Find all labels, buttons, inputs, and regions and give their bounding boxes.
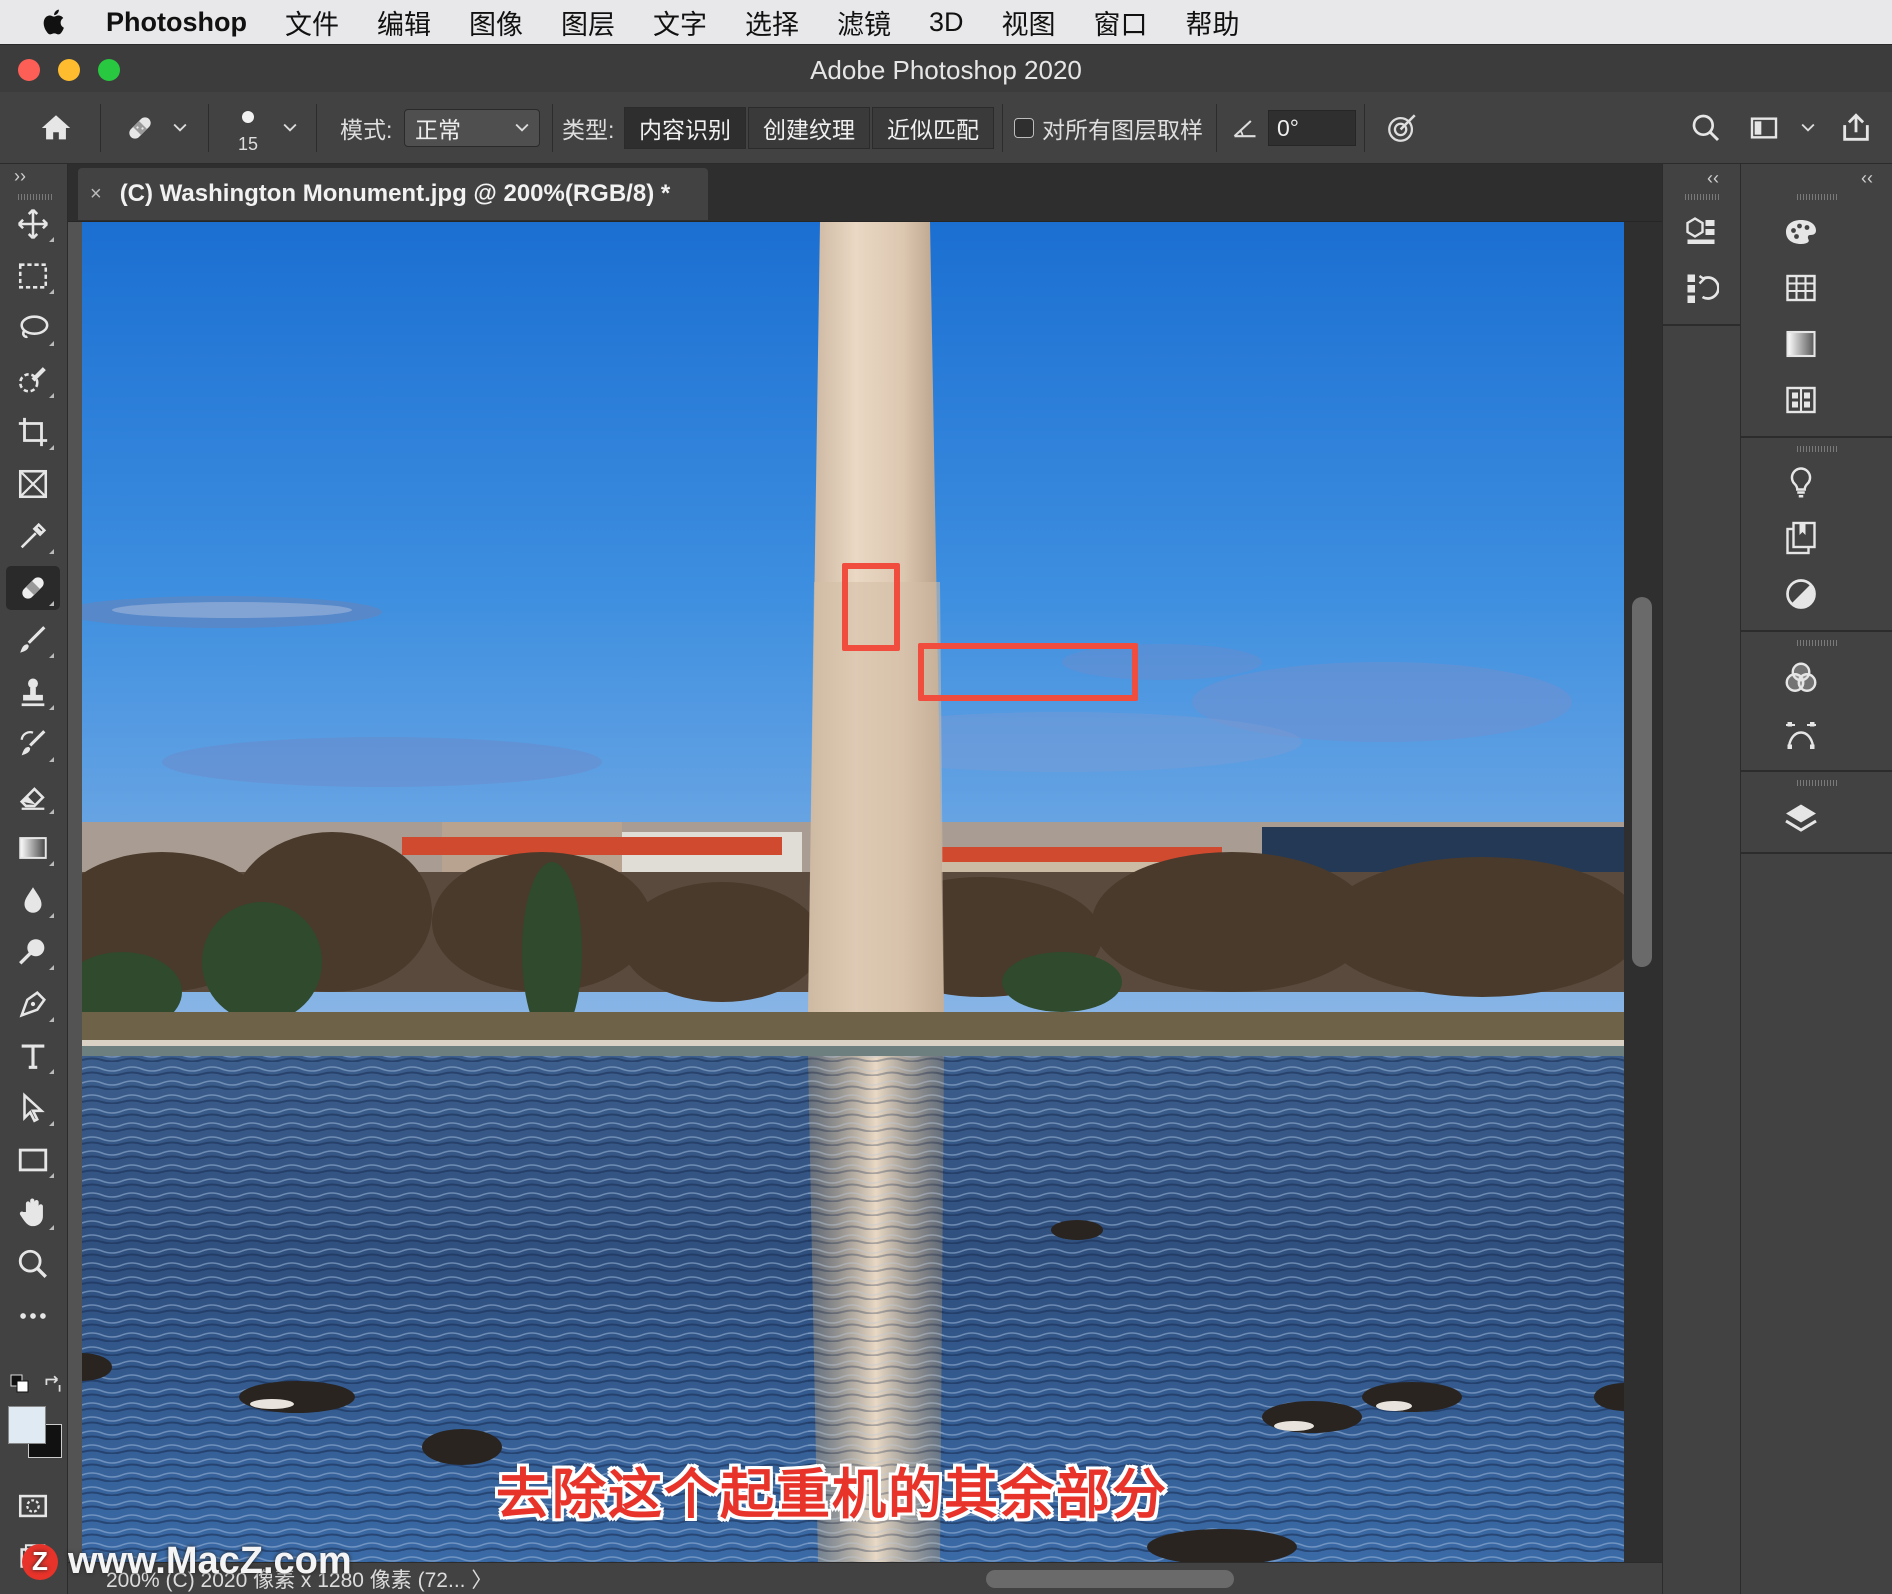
eyedropper-tool-icon[interactable]: [6, 514, 60, 558]
sample-all-layers-checkbox[interactable]: [1014, 118, 1034, 138]
crop-tool-icon[interactable]: [6, 410, 60, 454]
menu-view[interactable]: 视图: [1002, 3, 1056, 42]
angle-input[interactable]: 0°: [1268, 110, 1356, 146]
mode-value: 正常: [415, 117, 461, 143]
gradients-panel-icon[interactable]: [1779, 322, 1823, 366]
watermark-logo-icon: Z: [22, 1543, 58, 1580]
workspace-icon[interactable]: [1744, 108, 1784, 148]
window-title-bar: Adobe Photoshop 2020: [0, 44, 1892, 92]
brush-dropdown-chevron-icon[interactable]: [280, 116, 300, 140]
dodge-tool-icon[interactable]: [6, 930, 60, 974]
close-tab-icon[interactable]: ×: [90, 183, 102, 206]
swatches-panel-icon[interactable]: [1779, 266, 1823, 310]
mode-dropdown[interactable]: 正常: [404, 109, 540, 147]
apple-icon[interactable]: [38, 5, 72, 39]
brush-preview-icon[interactable]: [236, 106, 260, 128]
rectangle-tool-icon[interactable]: [6, 1138, 60, 1182]
marquee-tool-icon[interactable]: [6, 254, 60, 298]
menu-edit[interactable]: 编辑: [377, 3, 431, 42]
eraser-tool-icon[interactable]: [6, 774, 60, 818]
swap-colors-icon[interactable]: [42, 1374, 64, 1396]
paths-panel-icon[interactable]: [1779, 712, 1823, 756]
mode-label: 模式:: [340, 117, 393, 143]
create-texture-button[interactable]: 创建纹理: [748, 107, 870, 149]
menu-file[interactable]: 文件: [285, 3, 339, 42]
path-select-tool-icon[interactable]: [6, 1086, 60, 1130]
document-tab-title: (C) Washington Monument.jpg @ 200%(RGB/8…: [119, 180, 671, 207]
sample-all-layers-label: 对所有图层取样: [1042, 117, 1203, 143]
angle-icon: [1228, 112, 1262, 144]
watermark: Z www.MacZ.com: [22, 1540, 352, 1583]
history-brush-tool-icon[interactable]: [6, 722, 60, 766]
document-tab[interactable]: × (C) Washington Monument.jpg @ 200%(RGB…: [78, 168, 708, 220]
type-label: 类型:: [562, 117, 615, 143]
photo-washington-monument: [82, 222, 1624, 1562]
default-colors-icon[interactable]: [10, 1374, 30, 1394]
type-tool-icon[interactable]: [6, 1034, 60, 1078]
channels-panel-icon[interactable]: [1779, 656, 1823, 700]
options-bar: 15 模式: 正常 类型: 内容识别 创建纹理 近似匹配 对所有图层取样 0°: [0, 92, 1892, 164]
app-menu[interactable]: Photoshop: [106, 7, 247, 38]
content-aware-button[interactable]: 内容识别: [624, 107, 746, 149]
menu-select[interactable]: 选择: [745, 3, 799, 42]
blur-tool-icon[interactable]: [6, 878, 60, 922]
gradient-tool-icon[interactable]: [6, 826, 60, 870]
learn-panel-icon[interactable]: [1779, 460, 1823, 504]
document-tab-bar: × (C) Washington Monument.jpg @ 200%(RGB…: [68, 164, 1663, 222]
menu-image[interactable]: 图像: [469, 3, 523, 42]
layers-panel-icon[interactable]: [1779, 796, 1823, 840]
menu-type[interactable]: 文字: [653, 3, 707, 42]
color-panel-icon[interactable]: [1779, 210, 1823, 254]
search-icon[interactable]: [1686, 108, 1726, 148]
collapse-dock-2-icon[interactable]: ‹‹: [1861, 168, 1873, 189]
chevron-down-icon: [515, 123, 529, 132]
proximity-match-button[interactable]: 近似匹配: [872, 107, 994, 149]
chevron-down-icon[interactable]: [170, 116, 190, 140]
expand-panel-icon[interactable]: ››: [14, 166, 26, 187]
more-tools-icon[interactable]: [6, 1294, 60, 1338]
patterns-panel-icon[interactable]: [1779, 378, 1823, 422]
pressure-size-icon[interactable]: [1380, 106, 1424, 150]
move-tool-icon[interactable]: [6, 202, 60, 246]
horizontal-scroll-thumb[interactable]: [986, 1570, 1234, 1588]
annotation-box-crane-top: [842, 563, 900, 651]
vertical-scroll-thumb[interactable]: [1632, 597, 1652, 967]
watermark-text: www.MacZ.com: [68, 1540, 352, 1582]
menu-window[interactable]: 窗口: [1094, 3, 1148, 42]
menu-layer[interactable]: 图层: [561, 3, 615, 42]
quick-select-tool-icon[interactable]: [6, 358, 60, 402]
menu-3d[interactable]: 3D: [929, 7, 964, 38]
panel-dock-1: ‹‹: [1662, 164, 1741, 1594]
panel-dock-2: ‹‹: [1740, 164, 1892, 1594]
home-icon[interactable]: [30, 108, 82, 148]
history-panel-icon[interactable]: [1679, 266, 1723, 310]
brush-size-value: 15: [237, 133, 259, 154]
adjustments-panel-icon[interactable]: [1779, 572, 1823, 616]
libraries-panel-icon[interactable]: [1779, 516, 1823, 560]
clone-stamp-tool-icon[interactable]: [6, 670, 60, 714]
share-icon[interactable]: [1834, 106, 1878, 150]
menu-help[interactable]: 帮助: [1186, 3, 1240, 42]
image-canvas[interactable]: [82, 222, 1624, 1562]
frame-tool-icon[interactable]: [6, 462, 60, 506]
vertical-scrollbar[interactable]: [1624, 222, 1662, 1562]
menu-bar: Photoshop 文件 编辑 图像 图层 文字 选择 滤镜 3D 视图 窗口 …: [0, 0, 1892, 44]
spot-healing-tool-icon[interactable]: [6, 566, 60, 610]
pen-tool-icon[interactable]: [6, 982, 60, 1026]
3d-panel-icon[interactable]: [1679, 210, 1723, 254]
hand-tool-icon[interactable]: [6, 1190, 60, 1234]
window-title: Adobe Photoshop 2020: [810, 55, 1082, 85]
lasso-tool-icon[interactable]: [6, 306, 60, 350]
brush-tool-icon[interactable]: [6, 618, 60, 662]
zoom-tool-icon[interactable]: [6, 1242, 60, 1286]
foreground-color-swatch[interactable]: [8, 1406, 46, 1444]
tools-panel: ››: [0, 164, 68, 1594]
subtitle-caption: 去除这个起重机的其余部分: [496, 1465, 1168, 1525]
menu-filter[interactable]: 滤镜: [837, 3, 891, 42]
collapse-dock-1-icon[interactable]: ‹‹: [1707, 168, 1719, 189]
spot-healing-preset-icon[interactable]: [116, 108, 164, 148]
annotation-box-crane-arm: [918, 643, 1138, 701]
workspace-chevron-icon[interactable]: [1798, 116, 1818, 140]
